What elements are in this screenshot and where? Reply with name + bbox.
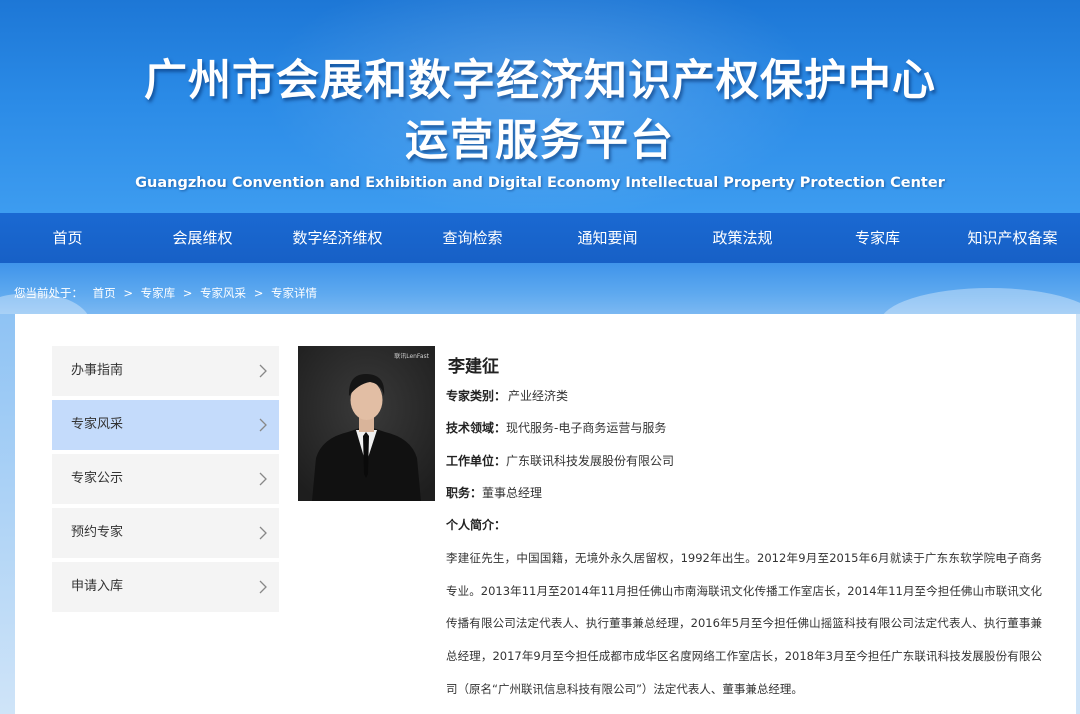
header-banner: 广州市会展和数字经济知识产权保护中心 运营服务平台 Guangzhou Conv… [0,0,1080,213]
chevron-right-icon [259,418,267,432]
breadcrumb-link-experts[interactable]: 专家库 [141,285,176,301]
sidebar-item-apply[interactable]: 申请入库 [52,562,279,612]
expert-category-value: 产业经济类 [508,389,569,403]
expert-bio-heading: 个人简介： [446,518,507,532]
person-portrait-icon [298,346,435,501]
expert-field-label: 技术领域： [446,421,507,435]
chevron-right-icon [259,526,267,540]
site-title-line2: 运营服务平台 [405,116,675,166]
expert-position-value: 董事总经理 [482,486,543,500]
nav-item-exhibition-rights[interactable]: 会展维权 [135,213,270,263]
site-title-line1: 广州市会展和数字经济知识产权保护中心 [144,56,936,106]
expert-bio: 李建征先生，中国国籍，无境外永久居留权，1992年出生。2012年9月至2015… [446,551,1042,696]
expert-unit-label: 工作单位： [446,454,507,468]
sidebar-item-label: 办事指南 [71,363,124,378]
sidebar-item-expert-profiles[interactable]: 专家风采 [52,400,279,450]
chevron-right-icon [259,580,267,594]
photo-logo-text: 联讯LenFast [394,353,429,360]
expert-position-row: 职务：董事总经理 [446,484,542,501]
sidebar: 办事指南 专家风采 专家公示 预约专家 申请入库 [52,346,279,616]
expert-unit-value: 广东联讯科技发展股份有限公司 [506,454,675,468]
nav-item-digital-economy-rights[interactable]: 数字经济维权 [270,213,405,263]
breadcrumb-separator: > [253,286,264,300]
main-nav: 首页 会展维权 数字经济维权 查询检索 通知要闻 政策法规 专家库 知识产权备案 [0,213,1080,263]
expert-category-row: 专家类别： 产业经济类 [446,387,568,404]
chevron-right-icon [259,472,267,486]
expert-photo: 联讯LenFast [298,346,435,501]
expert-field-row: 技术领域：现代服务-电子商务运营与服务 [446,419,666,436]
expert-category-label: 专家类别： [446,389,507,403]
sidebar-item-label: 预约专家 [71,525,124,540]
page-side-background [1076,314,1080,714]
nav-item-policies[interactable]: 政策法规 [675,213,810,263]
sidebar-item-label: 专家公示 [71,471,124,486]
nav-item-home[interactable]: 首页 [0,213,135,263]
nav-item-experts[interactable]: 专家库 [810,213,945,263]
sidebar-item-guide[interactable]: 办事指南 [52,346,279,396]
breadcrumb-separator: > [123,286,133,300]
chevron-right-icon [259,364,267,378]
nav-item-news[interactable]: 通知要闻 [540,213,675,263]
sidebar-item-label: 专家风采 [71,417,124,432]
nav-item-ip-filing[interactable]: 知识产权备案 [945,213,1080,263]
nav-item-search[interactable]: 查询检索 [405,213,540,263]
sidebar-item-book-expert[interactable]: 预约专家 [52,508,279,558]
sidebar-item-label: 申请入库 [71,579,124,594]
breadcrumb-prefix: 您当前处于： [14,286,83,300]
expert-unit-row: 工作单位：广东联讯科技发展股份有限公司 [446,452,674,469]
cloud-decoration [880,288,1080,314]
breadcrumb-current: 专家详情 [271,286,318,300]
expert-field-value: 现代服务-电子商务运营与服务 [506,421,667,435]
page-side-background [0,314,15,714]
expert-position-label: 职务： [446,486,483,500]
breadcrumb-link-expert-profiles[interactable]: 专家风采 [200,285,246,301]
breadcrumb-separator: > [182,286,193,300]
sidebar-item-expert-announcement[interactable]: 专家公示 [52,454,279,504]
expert-name: 李建征 [448,357,499,377]
breadcrumb-link-home[interactable]: 首页 [93,285,116,301]
breadcrumb: 您当前处于： 首页 > 专家库 > 专家风采 > 专家详情 [14,285,317,301]
site-subtitle: Guangzhou Convention and Exhibition and … [135,175,945,191]
